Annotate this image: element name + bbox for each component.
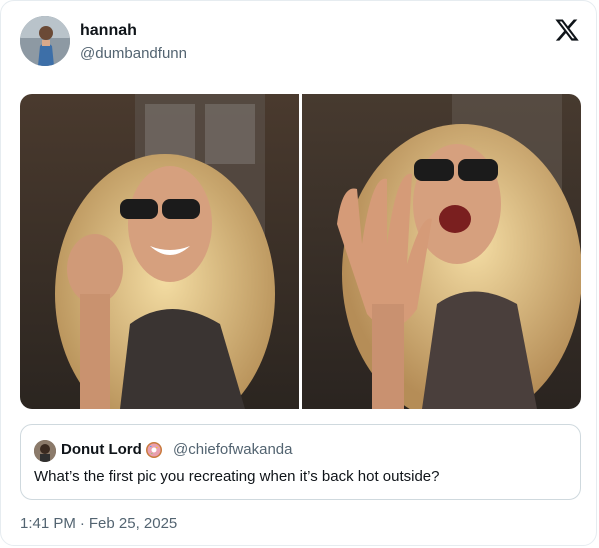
author-handle[interactable]: @dumbandfunn [80, 45, 187, 62]
quoted-display-name[interactable]: Donut Lord [61, 441, 142, 458]
timestamp[interactable]: 1:41 PM · Feb 25, 2025 [20, 515, 177, 532]
timestamp-time: 1:41 PM [20, 515, 76, 532]
donut-emoji-icon [145, 441, 163, 459]
timestamp-separator: · [79, 515, 85, 532]
tweet-card: hannah @dumbandfunn Donut Lord @chiefofw… [0, 0, 597, 546]
author-display-name[interactable]: hannah [80, 22, 137, 40]
quoted-tweet[interactable]: Donut Lord @chiefofwakanda What’s the fi… [20, 424, 581, 500]
timestamp-date: Feb 25, 2025 [88, 515, 178, 532]
quoted-tweet-text: What’s the first pic you recreating when… [34, 468, 440, 485]
x-logo-icon[interactable] [554, 17, 580, 43]
media-grid [20, 94, 581, 409]
author-avatar[interactable] [20, 16, 70, 66]
photo-right[interactable] [302, 94, 581, 409]
quoted-author-avatar[interactable] [34, 440, 56, 462]
photo-left[interactable] [20, 94, 299, 409]
quoted-handle[interactable]: @chiefofwakanda [173, 441, 292, 458]
